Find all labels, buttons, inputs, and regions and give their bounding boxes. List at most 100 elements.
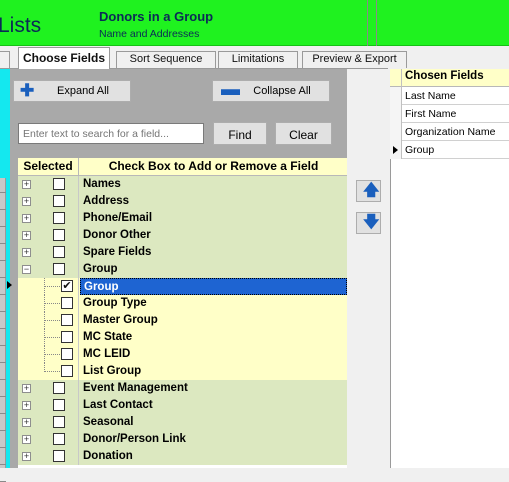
field-row[interactable]: Master Group xyxy=(18,312,347,329)
field-group-row[interactable]: + Event Management xyxy=(18,380,347,397)
move-down-button[interactable]: 🡇 xyxy=(356,212,381,234)
field-group-row[interactable]: + Donation xyxy=(18,448,347,465)
field-label[interactable]: List Group xyxy=(80,363,347,380)
expand-node-icon[interactable]: + xyxy=(22,401,31,410)
expand-node-icon[interactable]: + xyxy=(22,452,31,461)
checkbox[interactable] xyxy=(53,399,65,411)
field-label[interactable]: Master Group xyxy=(80,312,347,329)
collapse-all-button[interactable]: ▬ Collapse All xyxy=(212,80,330,102)
checkbox[interactable] xyxy=(53,195,65,207)
field-label[interactable]: Group Type xyxy=(80,295,347,312)
checkbox[interactable] xyxy=(53,416,65,428)
field-row[interactable]: List Group xyxy=(18,363,347,380)
checkbox[interactable] xyxy=(53,263,65,275)
selected-cell[interactable]: + xyxy=(18,414,79,431)
column-header-selected[interactable]: Selected xyxy=(18,158,79,176)
field-group-row[interactable]: + Phone/Email xyxy=(18,210,347,227)
field-label[interactable]: Event Management xyxy=(80,380,347,397)
field-row[interactable]: ✔ Group xyxy=(18,278,347,295)
selected-cell[interactable]: + xyxy=(18,431,79,448)
checkbox[interactable] xyxy=(53,178,65,190)
expand-all-button[interactable]: ✚ Expand All xyxy=(13,80,131,102)
field-group-row[interactable]: + Names xyxy=(18,176,347,193)
expand-node-icon[interactable]: + xyxy=(22,231,31,240)
checkbox[interactable] xyxy=(61,297,73,309)
column-header-fields[interactable]: Check Box to Add or Remove a Field xyxy=(80,158,347,176)
checkbox[interactable] xyxy=(53,212,65,224)
expand-node-icon[interactable]: + xyxy=(22,435,31,444)
field-group-row[interactable]: + Address xyxy=(18,193,347,210)
field-group-row[interactable]: + Spare Fields xyxy=(18,244,347,261)
field-row[interactable]: MC LEID xyxy=(18,346,347,363)
chosen-field-row[interactable]: Last Name xyxy=(390,87,509,105)
expand-node-icon[interactable]: + xyxy=(22,214,31,223)
row-header[interactable] xyxy=(390,87,402,105)
chosen-field-row[interactable]: Organization Name xyxy=(390,123,509,141)
expand-node-icon[interactable]: + xyxy=(22,384,31,393)
checkbox[interactable] xyxy=(53,382,65,394)
selected-cell[interactable] xyxy=(18,329,79,346)
field-label[interactable]: MC State xyxy=(80,329,347,346)
tab-limitations[interactable]: Limitations xyxy=(218,51,298,68)
selected-cell[interactable]: ✔ xyxy=(18,278,79,295)
checkbox-checked[interactable]: ✔ xyxy=(61,280,73,292)
expand-node-icon[interactable]: + xyxy=(22,248,31,257)
field-row[interactable]: Group Type xyxy=(18,295,347,312)
selected-cell[interactable]: + xyxy=(18,210,79,227)
chosen-field-row[interactable]: First Name xyxy=(390,105,509,123)
selected-cell[interactable] xyxy=(18,346,79,363)
field-label[interactable]: MC LEID xyxy=(80,346,347,363)
checkbox[interactable] xyxy=(53,450,65,462)
field-group-row[interactable]: + Seasonal xyxy=(18,414,347,431)
field-label[interactable]: Group xyxy=(80,261,347,278)
field-label[interactable]: Address xyxy=(80,193,347,210)
selected-cell[interactable]: + xyxy=(18,193,79,210)
field-label[interactable]: Seasonal xyxy=(80,414,347,431)
collapse-node-icon[interactable]: − xyxy=(22,265,31,274)
expand-node-icon[interactable]: + xyxy=(22,418,31,427)
field-row[interactable]: MC State xyxy=(18,329,347,346)
selected-cell[interactable] xyxy=(18,295,79,312)
checkbox[interactable] xyxy=(61,314,73,326)
field-label[interactable]: Donor Other xyxy=(80,227,347,244)
selected-cell[interactable]: + xyxy=(18,380,79,397)
selected-cell[interactable] xyxy=(18,363,79,380)
field-label[interactable]: Spare Fields xyxy=(80,244,347,261)
chosen-field-row[interactable]: Group xyxy=(390,141,509,159)
checkbox[interactable] xyxy=(53,433,65,445)
tab-choose-fields[interactable]: Choose Fields xyxy=(18,47,110,69)
checkbox[interactable] xyxy=(61,348,73,360)
tab-partial[interactable] xyxy=(0,51,10,68)
selected-cell[interactable] xyxy=(18,312,79,329)
tab-preview-export[interactable]: Preview & Export xyxy=(302,51,407,68)
expand-node-icon[interactable]: + xyxy=(22,197,31,206)
clear-button[interactable]: Clear xyxy=(275,122,332,145)
selected-cell[interactable]: + xyxy=(18,397,79,414)
field-group-row[interactable]: − Group xyxy=(18,261,347,278)
selected-cell[interactable]: + xyxy=(18,244,79,261)
selected-cell[interactable]: + xyxy=(18,176,79,193)
checkbox[interactable] xyxy=(53,229,65,241)
field-label[interactable]: Donor/Person Link xyxy=(80,431,347,448)
selected-cell[interactable]: + xyxy=(18,448,79,465)
field-group-row[interactable]: + Donor Other xyxy=(18,227,347,244)
selected-cell[interactable]: + xyxy=(18,227,79,244)
row-header[interactable] xyxy=(390,123,402,141)
field-label[interactable]: Donation xyxy=(80,448,347,465)
field-group-row[interactable]: + Last Contact xyxy=(18,397,347,414)
field-search-input[interactable] xyxy=(18,123,204,144)
checkbox[interactable] xyxy=(61,365,73,377)
field-group-row[interactable]: + Donor/Person Link xyxy=(18,431,347,448)
tab-sort-sequence[interactable]: Sort Sequence xyxy=(116,51,216,68)
selected-cell[interactable]: − xyxy=(18,261,79,278)
field-label[interactable]: Phone/Email xyxy=(80,210,347,227)
checkbox[interactable] xyxy=(61,331,73,343)
find-button[interactable]: Find xyxy=(213,122,267,145)
field-label[interactable]: Last Contact xyxy=(80,397,347,414)
checkbox[interactable] xyxy=(53,246,65,258)
row-header[interactable] xyxy=(390,141,402,159)
move-up-button[interactable]: 🡅 xyxy=(356,180,381,202)
field-label[interactable]: Names xyxy=(80,176,347,193)
field-label[interactable]: Group xyxy=(80,278,347,295)
expand-node-icon[interactable]: + xyxy=(22,180,31,189)
